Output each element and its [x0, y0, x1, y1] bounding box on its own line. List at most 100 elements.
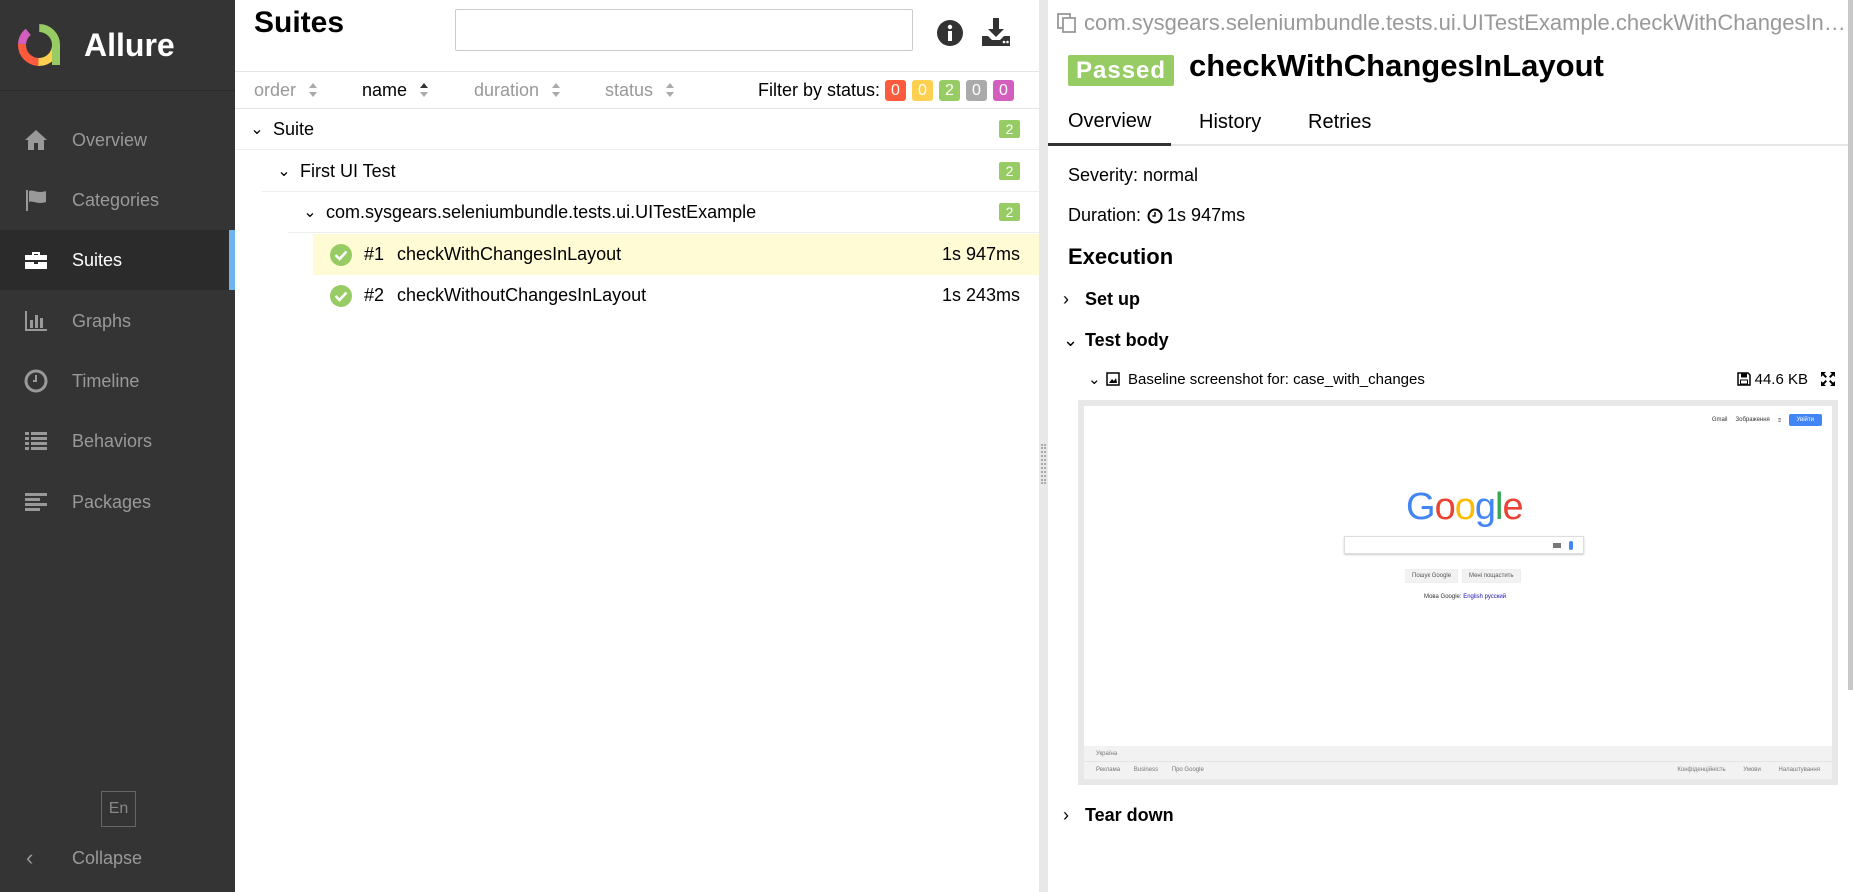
- footer-link: Налаштування: [1778, 767, 1820, 773]
- sidebar-item-label: Categories: [72, 189, 160, 210]
- test-row[interactable]: #2 checkWithoutChangesInLayout 1s 243ms: [313, 275, 1039, 316]
- test-duration: 1s 243ms: [941, 285, 1020, 305]
- duration-label: Duration:: [1068, 205, 1142, 225]
- step-teardown[interactable]: › Tear down: [1063, 805, 1174, 826]
- duration-value: 1s 947ms: [1167, 205, 1246, 225]
- sort-by-order[interactable]: order: [254, 80, 318, 101]
- screenshot-preview[interactable]: Gmail Зображення ⁝⁝⁝ Увійти Google Пошук…: [1078, 400, 1838, 785]
- sidebar-item-suites[interactable]: Suites: [0, 230, 235, 290]
- language-switch[interactable]: En: [101, 791, 136, 827]
- filter-broken-badge[interactable]: 0: [912, 80, 933, 101]
- chevron-left-icon: ‹: [26, 845, 34, 870]
- sort-by-status[interactable]: status: [605, 80, 675, 101]
- footer-link: Умови: [1743, 767, 1761, 773]
- step-setup[interactable]: › Set up: [1063, 289, 1140, 310]
- test-row[interactable]: #1 checkWithChangesInLayout 1s 947ms: [313, 234, 1039, 275]
- chevron-down-icon: ⌄: [277, 163, 291, 180]
- tree-group-first-ui-test[interactable]: ⌄ First UI Test 2: [262, 151, 1039, 192]
- attachment-header[interactable]: ⌄ Baseline screenshot for: case_with_cha…: [1088, 370, 1836, 388]
- sidebar-item-label: Packages: [72, 491, 152, 512]
- passed-status-icon: [330, 243, 352, 266]
- google-signin-button: Увійти: [1788, 414, 1822, 426]
- sort-label: duration: [474, 79, 540, 100]
- google-search-box: [1344, 536, 1584, 554]
- page-title: Suites: [254, 6, 345, 39]
- google-logo-letter: G: [1406, 486, 1436, 528]
- detail-tabs: Overview History Retries: [1048, 99, 1848, 146]
- sidebar-item-packages[interactable]: Packages: [0, 472, 235, 532]
- tree-group-label: First UI Test: [300, 160, 396, 181]
- google-footer-country: Україна: [1084, 746, 1832, 762]
- filter-skipped-badge[interactable]: 0: [966, 80, 987, 101]
- google-logo: Google: [1406, 486, 1524, 529]
- tab-retries[interactable]: Retries: [1288, 99, 1391, 146]
- attachment-size-value: 44.6 KB: [1754, 370, 1808, 388]
- splitter-grip[interactable]: [1041, 444, 1046, 484]
- chevron-down-icon: ⌄: [1088, 371, 1101, 388]
- chevron-down-icon: ⌄: [1063, 330, 1079, 350]
- sidebar-item-label: Timeline: [72, 370, 140, 391]
- filter-failed-badge[interactable]: 0: [885, 80, 906, 101]
- download-icon[interactable]: [980, 16, 1012, 48]
- chevron-down-icon: ⌄: [303, 204, 317, 221]
- brand[interactable]: Allure: [0, 0, 235, 91]
- home-icon: [22, 127, 50, 153]
- test-detail-panel: com.sysgears.seleniumbundle.tests.ui.UIT…: [1048, 0, 1853, 892]
- filter-passed-badge[interactable]: 2: [939, 80, 960, 101]
- footer-link: Реклама: [1096, 767, 1121, 773]
- test-path-text: com.sysgears.seleniumbundle.tests.ui.UIT…: [1084, 10, 1846, 35]
- tab-history[interactable]: History: [1179, 99, 1281, 146]
- expand-icon[interactable]: [1820, 371, 1836, 387]
- search-input[interactable]: [455, 9, 913, 51]
- sidebar-item-behaviors[interactable]: Behaviors: [0, 411, 235, 471]
- google-lucky-button: Мені пощастить: [1462, 569, 1521, 583]
- google-logo-letter: o: [1454, 486, 1476, 528]
- google-top-links: Gmail Зображення ⁝⁝⁝ Увійти: [1704, 414, 1822, 426]
- sort-bar: order name duration status Filter by sta…: [235, 71, 1039, 109]
- passed-status-icon: [330, 284, 352, 307]
- footer-link: Про Google: [1171, 767, 1204, 773]
- sidebar-item-overview[interactable]: Overview: [0, 110, 235, 170]
- step-label: Tear down: [1085, 805, 1174, 825]
- sort-by-duration[interactable]: duration: [474, 80, 561, 101]
- sort-label: order: [254, 79, 297, 100]
- apps-grid-icon: ⁝⁝⁝: [1777, 417, 1782, 424]
- test-name: checkWithoutChangesInLayout: [397, 285, 647, 305]
- clock-icon: [22, 368, 50, 394]
- duration: Duration: 1s 947ms: [1068, 205, 1245, 226]
- count-badge: 2: [999, 162, 1020, 180]
- sort-label: status: [605, 79, 654, 100]
- scrollbar[interactable]: [1848, 0, 1853, 690]
- tab-overview[interactable]: Overview: [1048, 99, 1172, 146]
- clock-icon: [1147, 208, 1163, 223]
- microphone-icon: [1569, 541, 1573, 550]
- step-test-body[interactable]: ⌄ Test body: [1063, 330, 1169, 351]
- sort-by-name[interactable]: name: [362, 80, 429, 101]
- copy-icon[interactable]: [1056, 12, 1078, 34]
- filter-unknown-badge[interactable]: 0: [993, 80, 1014, 101]
- filter-label: Filter by status:: [758, 79, 881, 100]
- test-number: #1: [364, 244, 385, 264]
- tree-group-test-class[interactable]: ⌄ com.sysgears.seleniumbundle.tests.ui.U…: [288, 192, 1039, 233]
- sidebar-item-categories[interactable]: Categories: [0, 170, 235, 230]
- sidebar-item-timeline[interactable]: Timeline: [0, 351, 235, 411]
- suites-panel: Suites order name duration status Filter…: [235, 0, 1039, 892]
- chevron-down-icon: ⌄: [250, 121, 264, 138]
- sort-icon: [309, 83, 318, 97]
- tree-group-suite[interactable]: ⌄ Suite 2: [235, 109, 1039, 150]
- test-full-path[interactable]: com.sysgears.seleniumbundle.tests.ui.UIT…: [1056, 10, 1846, 36]
- info-icon[interactable]: [935, 18, 965, 48]
- app-name: Allure: [84, 26, 175, 63]
- sidebar-item-graphs[interactable]: Graphs: [0, 291, 235, 351]
- chevron-right-icon: ›: [1063, 805, 1069, 825]
- screenshot-image: Gmail Зображення ⁝⁝⁝ Увійти Google Пошук…: [1084, 406, 1832, 779]
- align-left-icon: [22, 489, 50, 515]
- footer-link: Business: [1133, 767, 1159, 773]
- sort-icon: [666, 83, 675, 97]
- attachment-size: 44.6 KB: [1736, 370, 1808, 388]
- collapse-button[interactable]: ‹ Collapse: [0, 843, 235, 873]
- sidebar: Allure Overview Categories Suites Graphs…: [0, 0, 235, 892]
- severity: Severity: normal: [1068, 165, 1199, 185]
- chevron-right-icon: ›: [1063, 289, 1069, 309]
- google-logo-letter: e: [1502, 486, 1523, 528]
